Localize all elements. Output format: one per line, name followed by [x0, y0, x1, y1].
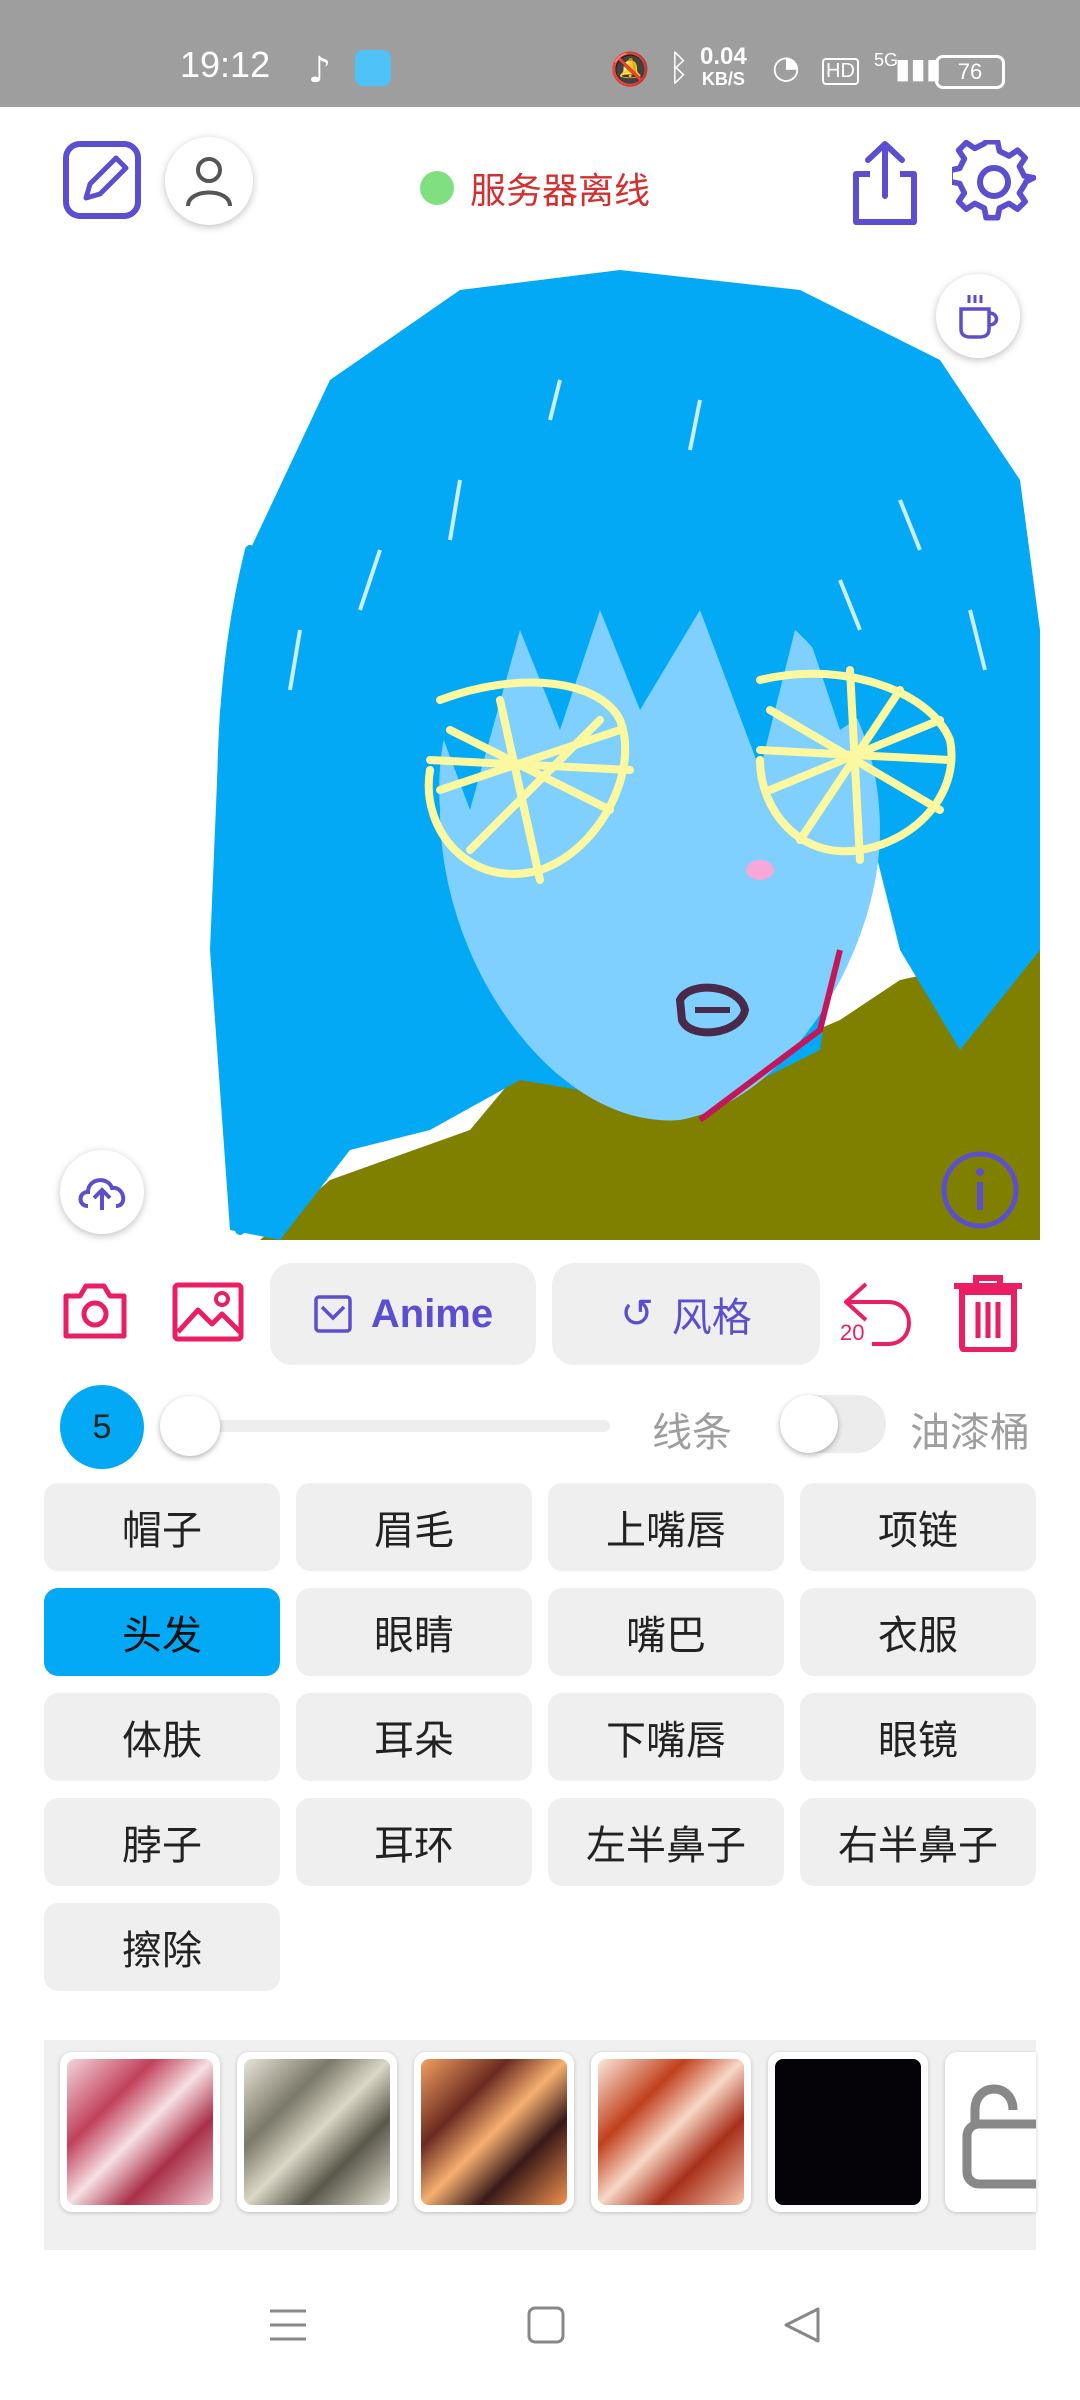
user-icon	[186, 157, 232, 207]
style-button[interactable]: ↺ 风格	[552, 1263, 820, 1365]
status-time: 19:12	[180, 44, 271, 85]
net-speed: 0.04 KB/S	[700, 43, 747, 90]
texture-grey-marble[interactable]	[237, 2052, 397, 2212]
part-mouth[interactable]: 嘴巴	[548, 1588, 784, 1676]
brush-size-badge: 5	[60, 1385, 144, 1469]
coffee-button[interactable]	[936, 274, 1020, 358]
part-hat[interactable]: 帽子	[44, 1483, 280, 1571]
part-left-nose[interactable]: 左半鼻子	[548, 1798, 784, 1886]
texture-red-swirl[interactable]	[591, 2052, 751, 2212]
lock-icon	[962, 2084, 1036, 2189]
settings-icon[interactable]	[947, 138, 1037, 224]
drawing-canvas[interactable]	[0, 250, 1080, 1250]
edit-icon[interactable]	[62, 140, 144, 222]
status-bar: 19:12 ♪ 🔕 ᛒ 0.04 KB/S ◔ HD 5G ▮▮▮ 76	[0, 0, 1080, 107]
wifi-icon: ◔	[772, 48, 800, 86]
net-speed-unit: KB/S	[701, 69, 745, 89]
hd-badge: HD	[822, 58, 859, 85]
anime-label: Anime	[370, 1291, 494, 1336]
music-icon: ♪	[308, 50, 331, 91]
trash-icon[interactable]	[950, 1272, 1026, 1353]
mail-icon	[314, 1295, 352, 1333]
texture-pink-marble[interactable]	[60, 2052, 220, 2212]
home-nav-icon[interactable]	[526, 2305, 566, 2345]
bucket-label: 油漆桶	[910, 1410, 1030, 1456]
camera-icon[interactable]	[62, 1282, 128, 1340]
undo-count: 20	[840, 1320, 865, 1345]
part-necklace[interactable]: 项链	[800, 1483, 1036, 1571]
brush-size-thumb[interactable]	[160, 1396, 220, 1456]
menu-nav-icon[interactable]	[268, 2305, 308, 2345]
part-lower-lip[interactable]: 下嘴唇	[548, 1693, 784, 1781]
brush-size-slider[interactable]	[190, 1420, 610, 1432]
texture-orange-swirl[interactable]	[414, 2052, 574, 2212]
server-status-text: 服务器离线	[470, 171, 651, 212]
battery-icon: 76	[935, 55, 1005, 89]
texture-black[interactable]	[768, 2052, 928, 2212]
part-erase[interactable]: 擦除	[44, 1903, 280, 1991]
cloud-upload-icon	[78, 1178, 126, 1210]
user-button[interactable]	[165, 137, 253, 225]
bluetooth-icon: ᛒ	[668, 48, 690, 89]
anime-button[interactable]: Anime	[270, 1263, 536, 1365]
coffee-icon	[959, 295, 999, 339]
share-icon[interactable]	[848, 138, 922, 228]
back-nav-icon[interactable]	[782, 2305, 822, 2345]
part-right-nose[interactable]: 右半鼻子	[800, 1798, 1036, 1886]
sketch-drawing	[210, 270, 1040, 1240]
info-icon[interactable]	[938, 1148, 1022, 1232]
part-hair[interactable]: 头发	[44, 1588, 280, 1676]
undo-button[interactable]: 20	[836, 1276, 920, 1352]
part-eyebrows[interactable]: 眉毛	[296, 1483, 532, 1571]
line-label: 线条	[652, 1410, 732, 1456]
part-upper-lip[interactable]: 上嘴唇	[548, 1483, 784, 1571]
net-speed-value: 0.04	[700, 43, 747, 70]
upload-button[interactable]	[60, 1150, 144, 1234]
part-eyes[interactable]: 眼睛	[296, 1588, 532, 1676]
part-clothes[interactable]: 衣服	[800, 1588, 1036, 1676]
mute-icon: 🔕	[610, 50, 650, 88]
rotate-icon: ↺	[620, 1291, 654, 1337]
part-neck[interactable]: 脖子	[44, 1798, 280, 1886]
server-status: 服务器离线	[420, 162, 650, 214]
part-ears[interactable]: 耳朵	[296, 1693, 532, 1781]
part-glasses[interactable]: 眼镜	[800, 1693, 1036, 1781]
part-earrings[interactable]: 耳环	[296, 1798, 532, 1886]
gallery-icon[interactable]	[172, 1282, 244, 1342]
style-label: 风格	[671, 1295, 752, 1341]
bucket-toggle-knob[interactable]	[780, 1395, 838, 1453]
texture-locked[interactable]	[945, 2052, 1036, 2212]
telegram-icon	[355, 50, 391, 86]
server-status-dot	[420, 171, 454, 205]
part-skin[interactable]: 体肤	[44, 1693, 280, 1781]
